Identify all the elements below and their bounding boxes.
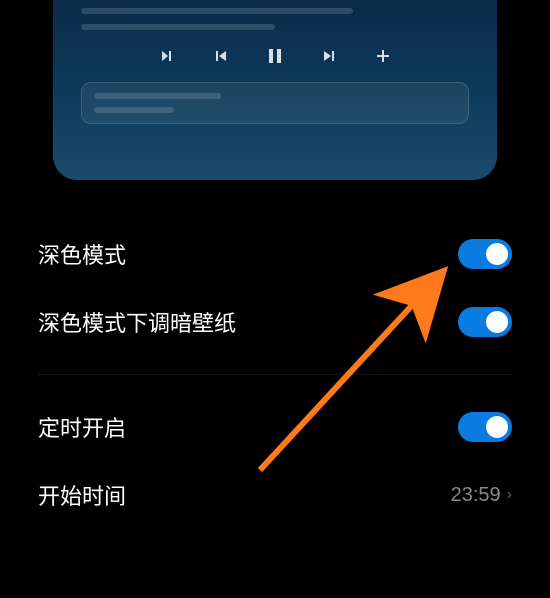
- next-icon: [321, 48, 337, 64]
- toggle-knob: [486, 416, 508, 438]
- pause-icon: [267, 48, 283, 64]
- time-text: 23:59: [451, 484, 501, 507]
- start-time-row[interactable]: 开始时间 23:59 ›: [38, 461, 512, 529]
- add-icon: [375, 48, 391, 64]
- preview-card: [81, 82, 469, 124]
- toggle-knob: [486, 243, 508, 265]
- dim-wallpaper-label: 深色模式下调暗壁纸: [38, 306, 236, 338]
- dark-mode-toggle[interactable]: [458, 239, 512, 269]
- dark-mode-label: 深色模式: [38, 238, 126, 270]
- preview-text-lines: [81, 8, 469, 30]
- media-controls: [81, 48, 469, 64]
- toggle-knob: [486, 311, 508, 333]
- dim-wallpaper-toggle[interactable]: [458, 307, 512, 337]
- section-divider: [38, 374, 512, 375]
- dark-mode-preview: [53, 0, 497, 180]
- scheduled-label: 定时开启: [38, 411, 126, 443]
- start-time-label: 开始时间: [38, 479, 126, 511]
- settings-list: 深色模式 深色模式下调暗壁纸 定时开启 开始时间 23:59 ›: [0, 180, 550, 529]
- start-time-value: 23:59 ›: [451, 484, 512, 507]
- dim-wallpaper-row[interactable]: 深色模式下调暗壁纸: [38, 288, 512, 356]
- rewind-icon: [159, 48, 175, 64]
- previous-icon: [213, 48, 229, 64]
- dark-mode-row[interactable]: 深色模式: [38, 220, 512, 288]
- scheduled-row[interactable]: 定时开启: [38, 393, 512, 461]
- scheduled-toggle[interactable]: [458, 412, 512, 442]
- chevron-right-icon: ›: [507, 486, 512, 504]
